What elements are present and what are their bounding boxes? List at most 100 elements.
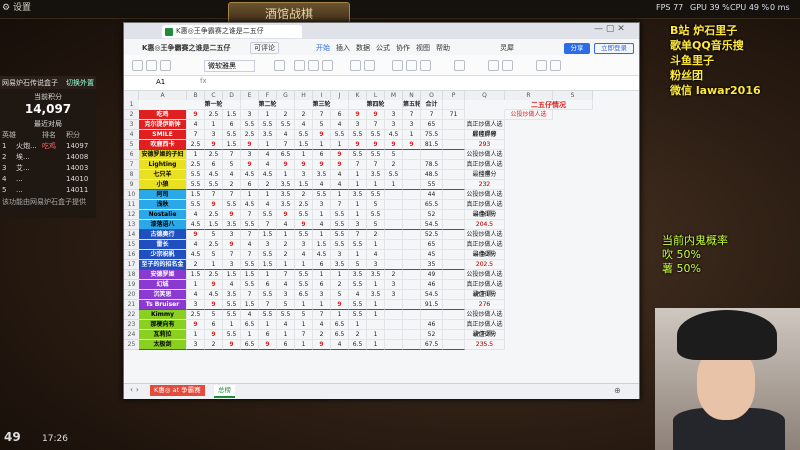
score-cell[interactable]: 3 [223, 230, 241, 240]
score-cell[interactable]: 6 [205, 320, 223, 330]
score-cell[interactable]: 5.5 [349, 300, 367, 310]
score-cell[interactable]: 3 [403, 120, 421, 130]
text-color-icon[interactable] [364, 60, 375, 71]
score-cell[interactable]: 2 [295, 110, 313, 120]
score-cell[interactable]: 71 [443, 110, 465, 120]
player-name-cell[interactable]: 少宗祝帆 [139, 250, 187, 260]
score-cell[interactable]: 3 [241, 150, 259, 160]
score-cell[interactable]: 7 [277, 140, 295, 150]
score-cell[interactable]: 3.5 [259, 130, 277, 140]
score-cell[interactable]: 5.5 [223, 310, 241, 320]
score-cell[interactable]: 6.5 [241, 320, 259, 330]
player-name-cell[interactable]: 漆落语八 [139, 220, 187, 230]
score-cell[interactable]: 2.5 [205, 210, 223, 220]
score-cell[interactable]: 7 [403, 110, 421, 120]
column-header[interactable]: P [443, 91, 465, 100]
score-cell[interactable]: 4.5 [385, 130, 403, 140]
score-cell[interactable]: 5.5 [349, 130, 367, 140]
score-cell[interactable]: 1 [187, 330, 205, 340]
score-cell[interactable] [443, 200, 465, 210]
score-cell[interactable]: 5.5 [241, 260, 259, 270]
score-cell[interactable]: 91.5 [421, 300, 443, 310]
score-cell[interactable]: 3 [349, 120, 367, 130]
score-cell[interactable]: 3 [277, 290, 295, 300]
score-cell[interactable]: 7 [223, 150, 241, 160]
score-cell[interactable]: 9 [205, 330, 223, 340]
score-cell[interactable]: 公投炒做人选 [465, 310, 505, 320]
player-name-cell[interactable]: 安德罗姬 [139, 270, 187, 280]
score-cell[interactable]: 9 [313, 130, 331, 140]
score-cell[interactable]: 3.5 [367, 290, 385, 300]
score-cell[interactable]: 1 [241, 190, 259, 200]
column-header[interactable]: R [505, 91, 553, 100]
score-cell[interactable]: 4 [331, 170, 349, 180]
score-cell[interactable]: 4 [223, 280, 241, 290]
column-header[interactable]: O [421, 91, 443, 100]
score-cell[interactable]: 1 [367, 330, 385, 340]
score-cell[interactable]: 7 [421, 110, 443, 120]
score-cell[interactable]: 7 [295, 330, 313, 340]
row-header[interactable]: 24 [124, 330, 139, 340]
score-cell[interactable]: 3.5 [223, 290, 241, 300]
score-cell[interactable] [443, 120, 465, 130]
score-cell[interactable] [403, 260, 421, 270]
player-name-cell[interactable]: 古德奥行 [139, 230, 187, 240]
login-button[interactable]: 立即登录 [594, 43, 634, 54]
score-cell[interactable]: 1 [295, 150, 313, 160]
score-cell[interactable] [443, 260, 465, 270]
score-cell[interactable]: 9 [367, 140, 385, 150]
score-cell[interactable]: 7 [259, 220, 277, 230]
score-cell[interactable]: 5.5 [349, 240, 367, 250]
player-name-cell[interactable]: 小狼 [139, 180, 187, 190]
score-cell[interactable]: 5.5 [295, 230, 313, 240]
score-cell[interactable]: 5 [367, 220, 385, 230]
group-score-cell[interactable]: 202.5 [465, 260, 505, 270]
score-cell[interactable]: 5 [295, 310, 313, 320]
score-cell[interactable] [403, 220, 421, 230]
zoom-control[interactable]: ⊕ [614, 386, 621, 395]
score-cell[interactable] [385, 200, 403, 210]
score-cell[interactable]: 4 [295, 120, 313, 130]
score-cell[interactable] [385, 330, 403, 340]
score-cell[interactable]: 5.5 [241, 120, 259, 130]
score-cell[interactable]: 2 [385, 160, 403, 170]
score-cell[interactable]: 5.5 [187, 200, 205, 210]
score-cell[interactable]: 1 [241, 330, 259, 340]
score-cell[interactable]: 75.5 [421, 130, 443, 140]
player-name-cell[interactable]: 阿司 [139, 190, 187, 200]
score-cell[interactable]: 5 [385, 150, 403, 160]
redo-icon[interactable] [146, 60, 157, 71]
row-header[interactable]: 7 [124, 160, 139, 170]
score-cell[interactable] [403, 190, 421, 200]
row-header[interactable]: 6 [124, 150, 139, 160]
bold-icon[interactable] [294, 60, 305, 71]
score-cell[interactable]: 真正炒做人选 [465, 240, 505, 250]
score-cell[interactable] [443, 160, 465, 170]
score-cell[interactable] [385, 260, 403, 270]
score-cell[interactable]: 2 [277, 240, 295, 250]
score-cell[interactable] [443, 320, 465, 330]
score-cell[interactable]: 4 [187, 290, 205, 300]
score-cell[interactable]: 4.5 [259, 170, 277, 180]
score-cell[interactable]: 3.5 [313, 170, 331, 180]
score-cell[interactable]: 2.5 [205, 270, 223, 280]
player-name-cell[interactable]: Nostalie [139, 210, 187, 220]
player-name-cell[interactable]: 雷长 [139, 240, 187, 250]
recent-game-row[interactable]: 5... 14011 [0, 184, 96, 195]
score-cell[interactable]: 2.5 [205, 150, 223, 160]
score-cell[interactable] [443, 280, 465, 290]
score-cell[interactable]: 3.5 [349, 190, 367, 200]
player-name-cell[interactable]: 吹鹿西卡 [139, 140, 187, 150]
score-cell[interactable]: 2 [331, 280, 349, 290]
score-cell[interactable]: 3.5 [277, 200, 295, 210]
row-header[interactable]: 23 [124, 320, 139, 330]
score-cell[interactable]: 2.5 [205, 110, 223, 120]
score-cell[interactable]: 1.5 [241, 270, 259, 280]
column-header[interactable]: A [139, 91, 187, 100]
score-cell[interactable]: 5.5 [349, 150, 367, 160]
score-cell[interactable]: 1 [331, 310, 349, 320]
score-cell[interactable]: 7 [205, 190, 223, 200]
group-score-cell[interactable]: 204.5 [465, 220, 505, 230]
score-cell[interactable]: 1.5 [313, 240, 331, 250]
score-cell[interactable]: 9 [277, 160, 295, 170]
